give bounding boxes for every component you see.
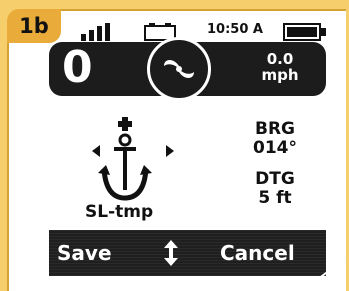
- left-arrow-icon: [92, 145, 100, 157]
- bearing-label: BRG: [254, 119, 295, 139]
- figure-label-badge: 1b: [7, 9, 61, 43]
- bearing-value: 014°: [253, 138, 297, 158]
- distance-to-go-label: DTG: [255, 169, 295, 189]
- speed-count-value: 0: [62, 42, 93, 93]
- trolling-motor-button[interactable]: [147, 37, 211, 101]
- right-arrow-icon: [166, 145, 174, 157]
- callout-line: [301, 257, 347, 291]
- distance-to-go-value: 5 ft: [258, 188, 292, 208]
- up-down-arrow-icon[interactable]: [163, 240, 179, 266]
- save-button[interactable]: Save: [57, 238, 121, 268]
- anchor-name-label: SL-tmp: [85, 202, 154, 222]
- speed-value: 0.0: [266, 50, 294, 68]
- plus-icon: [118, 117, 132, 131]
- clock-time: 10:50 A: [207, 22, 263, 37]
- anchor-icon[interactable]: [76, 103, 176, 213]
- device-battery-icon: [283, 23, 326, 41]
- speed-readout: 0.0 mph: [245, 51, 315, 83]
- trolling-motor-prop-icon: [164, 60, 194, 78]
- speed-unit: mph: [261, 66, 299, 84]
